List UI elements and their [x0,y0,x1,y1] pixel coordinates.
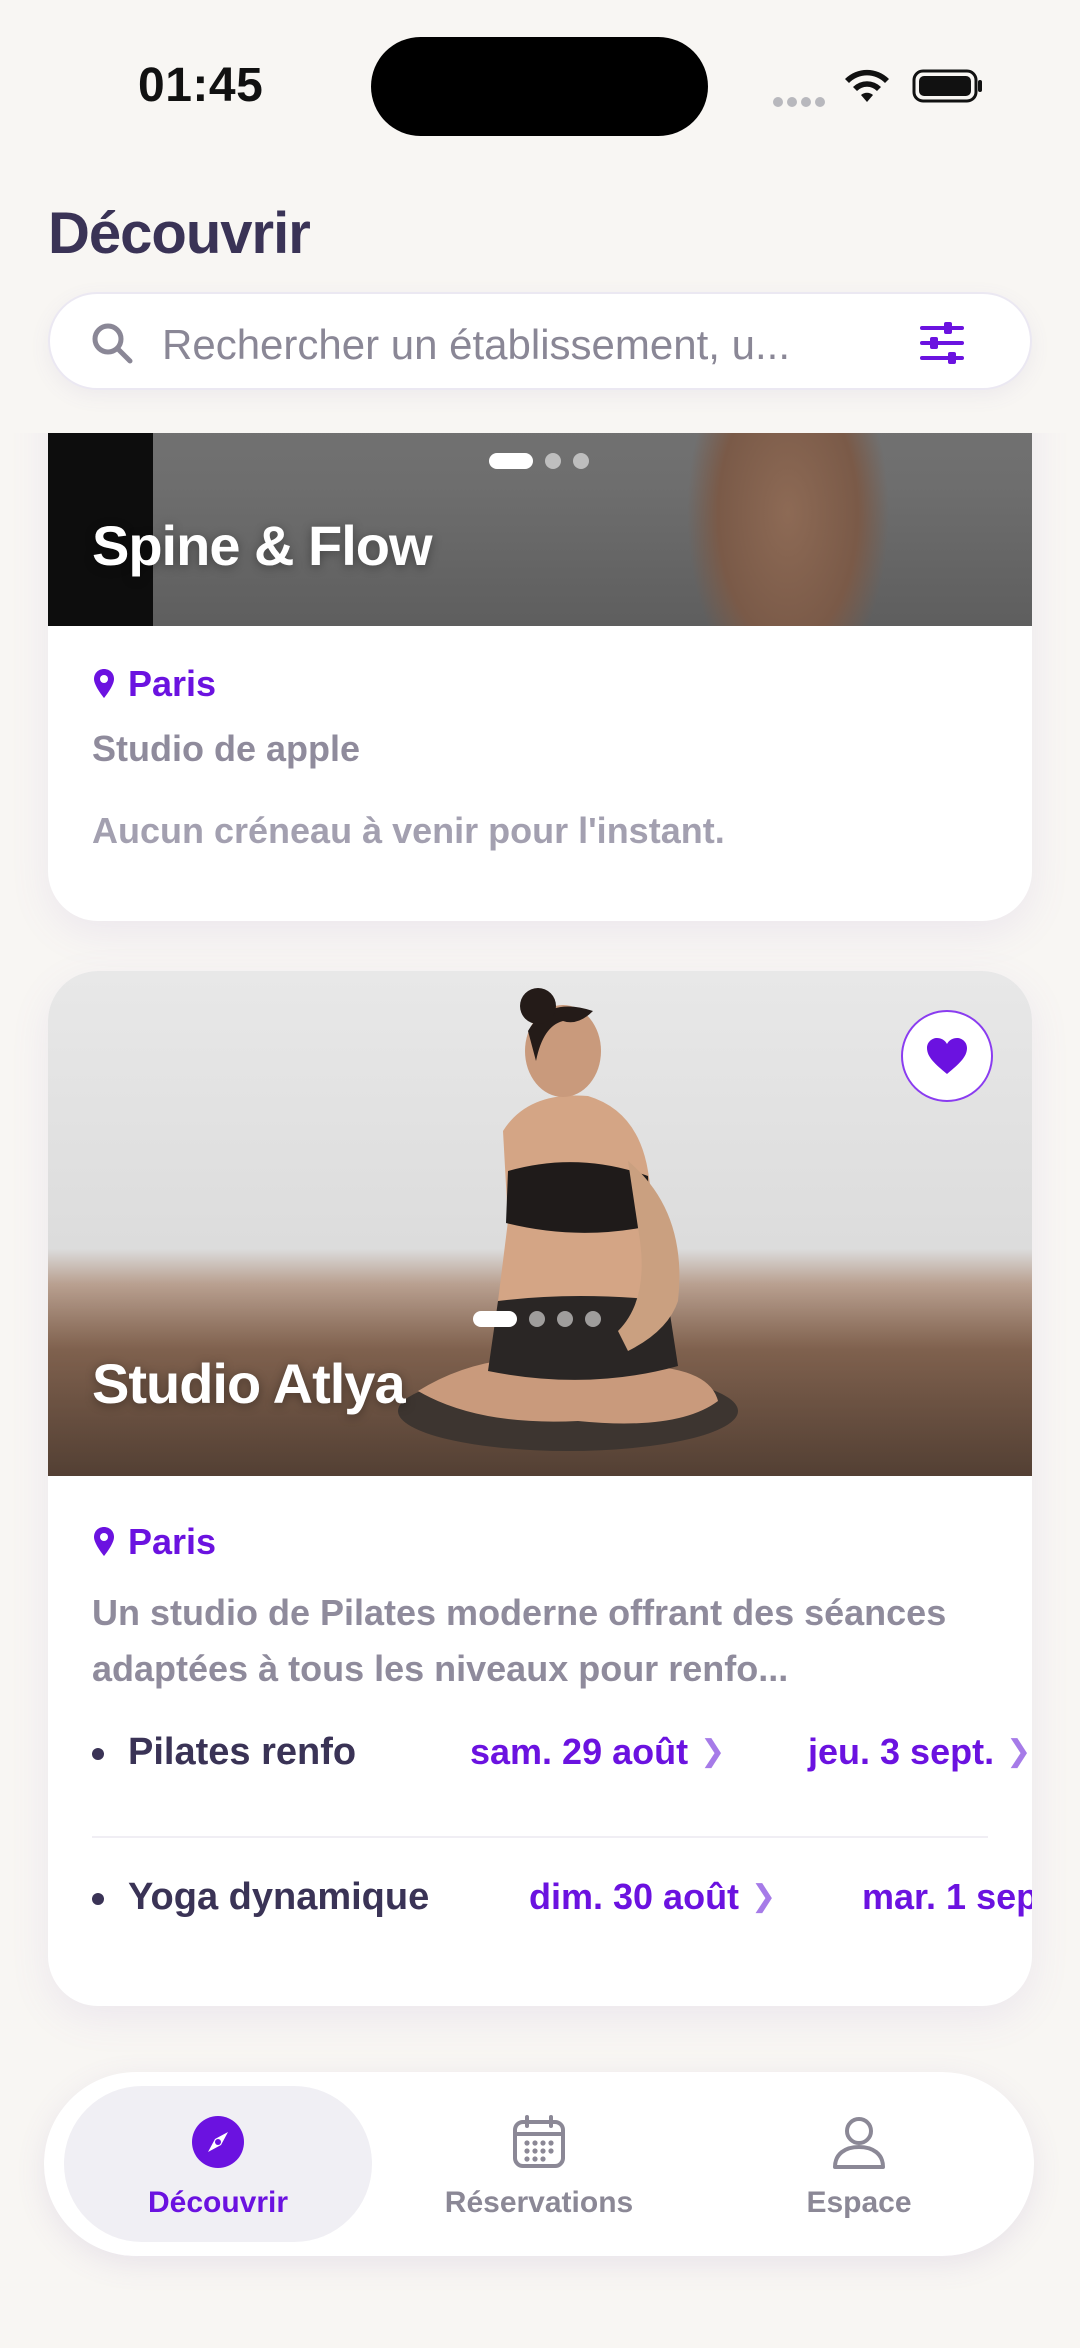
filter-sliders-icon[interactable] [918,320,966,366]
yoga-person-illustration [398,988,738,1451]
person-icon [833,2117,885,2169]
tab-decouvrir[interactable]: Découvrir [64,2086,372,2242]
studio-location: Paris [92,1521,216,1563]
carousel-dot [473,1311,517,1327]
location-label: Paris [128,663,217,704]
carousel-dots [489,453,589,469]
studio-name: Spine & Flow [92,514,433,577]
tab-reservations[interactable]: Réservations [385,2086,693,2242]
bullet-dot [92,1748,104,1760]
carousel-dot [557,1311,573,1327]
favorite-button[interactable] [901,1010,993,1102]
bullet-dot [92,1893,104,1905]
class-name: Yoga dynamique [128,1876,430,1918]
session-date-link[interactable]: dim. 30 août ❯ [529,1876,776,1918]
search-bar[interactable]: Rechercher un établissement, u... [48,292,1032,390]
class-row: Yoga dynamique dim. 30 août ❯ mar. 1 sept… [92,1846,1032,1946]
session-date-link[interactable]: jeu. 3 sept. ❯ [808,1731,1031,1773]
studio-list[interactable]: Spine & Flow Paris Studio de apple Aucun… [0,433,1080,2073]
studio-name: Studio Atlya [92,1352,406,1415]
session-date: dim. 30 août [529,1876,740,1917]
session-date-link[interactable]: sam. 29 août ❯ [470,1731,725,1773]
class-row: Pilates renfo sam. 29 août ❯ jeu. 3 sept.… [92,1701,1032,1801]
row-divider [92,1836,988,1838]
studio-description: Un studio de Pilates moderne offrant des… [92,1592,947,1689]
location-pin-icon [94,669,114,698]
carousel-dot [489,453,533,469]
carousel-dot [529,1311,545,1327]
tab-bar: Découvrir Réservations Espace [44,2072,1034,2256]
no-slots-message: Aucun créneau à venir pour l'instant. [92,810,725,851]
carousel-dot [573,453,589,469]
carousel-dot [585,1311,601,1327]
page-title: Découvrir [48,201,311,266]
tab-label: Espace [806,2186,912,2219]
compass-icon [192,2116,244,2168]
tab-label: Réservations [444,2186,634,2219]
class-name: Pilates renfo [128,1731,357,1773]
chevron-right-icon: ❯ [751,1880,777,1913]
search-input[interactable]: Rechercher un établissement, u... [162,321,790,369]
status-time: 01:45 [138,59,264,112]
tab-label: Découvrir [147,2186,289,2219]
cellular-signal-icon [773,94,829,107]
status-bar: 01:45 [0,0,1080,175]
search-icon [92,323,133,364]
location-pin-icon [94,1527,114,1556]
studio-card[interactable]: Spine & Flow Paris Studio de apple Aucun… [48,433,1032,921]
session-date-link[interactable]: mar. 1 sept. [862,1876,1032,1918]
battery-icon [912,69,982,103]
studio-card[interactable]: Studio Atlya Paris Un studio de Pilates … [48,971,1032,2006]
heart-icon [927,1038,967,1074]
tab-espace[interactable]: Espace [705,2086,1013,2242]
session-date: sam. 29 août [470,1731,689,1772]
carousel-dot [545,453,561,469]
studio-description: Studio de apple [92,728,361,769]
chevron-right-icon: ❯ [1006,1735,1032,1768]
dynamic-island [371,37,708,136]
chevron-right-icon: ❯ [700,1735,726,1768]
calendar-icon [513,2115,565,2168]
session-date: mar. 1 sept. [862,1876,1032,1917]
studio-location: Paris [92,663,216,705]
session-date: jeu. 3 sept. [808,1731,995,1772]
wifi-icon [845,69,889,102]
location-label: Paris [128,1521,217,1562]
carousel-dots [473,1311,601,1327]
